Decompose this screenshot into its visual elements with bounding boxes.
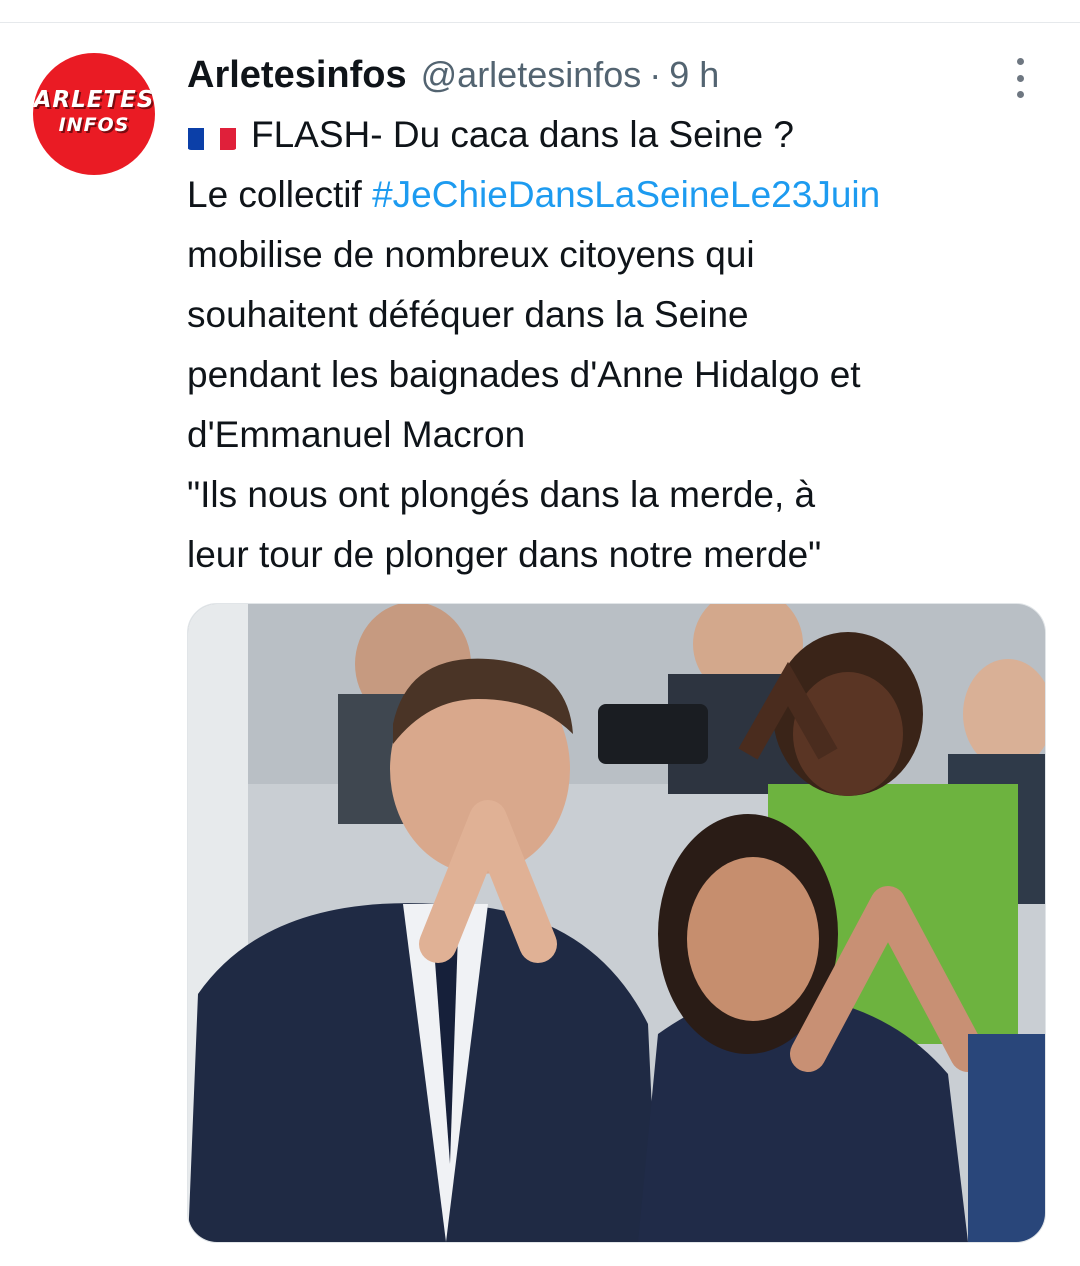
tweet-text-segment: "Ils nous ont plongés dans la merde, à [187,474,816,515]
more-options-icon[interactable] [1010,58,1030,98]
author-name[interactable]: Arletesinfos [187,54,407,97]
tweet-text-segment: d'Emmanuel Macron [187,414,526,455]
avatar-logo-line2: INFOS [58,114,130,136]
avatar-logo-line1: ARLETES [33,87,155,113]
author-handle[interactable]: @arletesinfos [421,54,642,96]
tweet-text-segment: mobilise de nombreux citoyens qui [187,234,755,275]
separator-dot: · [649,54,662,95]
photo-illustration [188,604,1045,1242]
tweet-text-segment: souhaitent déféquer dans la Seine [187,294,749,335]
tweet-text-line: d'Emmanuel Macron [187,405,1057,465]
french-flag-icon [187,118,237,150]
tweet-text-line: leur tour de plonger dans notre merde" [187,525,1057,585]
tweet-text-segment: pendant les baignades d'Anne Hidalgo et [187,354,861,395]
tweet-text-line: Le collectif #JeChieDansLaSeineLe23Juin [187,165,1057,225]
hashtag-link[interactable]: #JeChieDansLaSeineLe23Juin [372,174,880,215]
tweet-text-segment: FLASH- Du caca dans la Seine ? [251,114,794,155]
tweet-photo[interactable] [187,603,1046,1243]
tweet-text-line: mobilise de nombreux citoyens qui [187,225,1057,285]
tweet-header: Arletesinfos @arletesinfos · 9 h [187,52,719,98]
tweet-text-line: "Ils nous ont plongés dans la merde, à [187,465,1057,525]
tweet-text-line: FLASH- Du caca dans la Seine ? [187,105,1057,165]
tweet-text-segment: leur tour de plonger dans notre merde" [187,534,822,575]
tweet-text: FLASH- Du caca dans la Seine ? Le collect… [187,105,1057,585]
tweet-text-line: souhaitent déféquer dans la Seine [187,285,1057,345]
tweet-text-segment: Le collectif [187,174,373,215]
author-avatar[interactable]: ARLETES INFOS [33,53,155,175]
tweet-timestamp[interactable]: 9 h [669,54,719,96]
tweet-text-line: pendant les baignades d'Anne Hidalgo et [187,345,1057,405]
top-divider [0,22,1080,23]
